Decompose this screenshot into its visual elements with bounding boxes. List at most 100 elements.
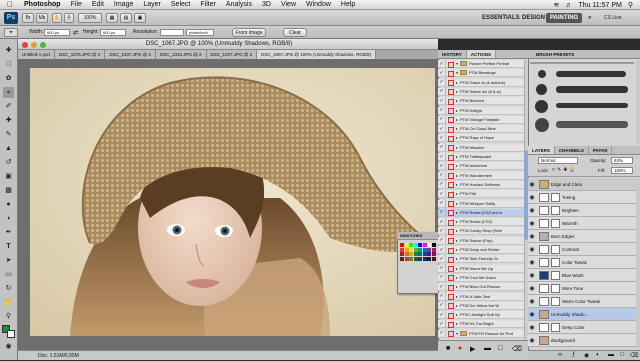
- action-set-row[interactable]: ✓ ▾ PTM Blessings: [438, 68, 526, 78]
- toggle-check-icon[interactable]: ✓: [438, 161, 446, 170]
- spotlight-icon[interactable]: ⚲: [625, 1, 636, 9]
- color-swatch[interactable]: [400, 252, 404, 256]
- lasso-tool-icon[interactable]: ✿: [3, 73, 14, 84]
- color-swatch[interactable]: [413, 247, 418, 252]
- shape-tool-icon[interactable]: ▭: [3, 269, 14, 280]
- toggle-check-icon[interactable]: ✓: [438, 329, 446, 338]
- menu-analysis[interactable]: Analysis: [221, 1, 257, 8]
- toggle-check-icon[interactable]: ✓: [438, 124, 446, 133]
- action-row[interactable]: ✓ ▸ PTM Hushed Softness: [438, 180, 526, 189]
- color-swatch[interactable]: [409, 247, 413, 252]
- dialog-toggle-icon[interactable]: [446, 59, 454, 68]
- menu-layer[interactable]: Layer: [138, 1, 166, 8]
- visibility-eye-icon[interactable]: ◉: [528, 207, 536, 214]
- color-swatch[interactable]: [404, 243, 409, 247]
- pen-tool-icon[interactable]: ✒: [3, 227, 14, 238]
- stop-icon[interactable]: ■: [446, 345, 450, 352]
- layer-row[interactable]: ◉ Toning: [528, 191, 636, 204]
- doc-tab[interactable]: DSC_1037.JPG @ 2: [206, 50, 258, 59]
- brush-preset[interactable]: [556, 86, 628, 93]
- brush-preset[interactable]: [556, 103, 628, 108]
- add-mask-icon[interactable]: ◉: [584, 352, 589, 359]
- layer-mask-thumbnail[interactable]: [551, 218, 560, 228]
- action-row[interactable]: ✓ ▸ PTM Skin Friendly Gr: [438, 254, 526, 264]
- dialog-toggle-icon[interactable]: [446, 115, 454, 124]
- action-row[interactable]: ✓ ▸ PTM Swoon (Pop): [438, 236, 526, 245]
- visibility-eye-icon[interactable]: ◉: [528, 272, 536, 279]
- brush-preset[interactable]: [536, 84, 547, 95]
- brush-preset[interactable]: [538, 70, 546, 78]
- dialog-toggle-icon[interactable]: [446, 124, 454, 133]
- toggle-check-icon[interactable]: ✓: [438, 264, 446, 273]
- dialog-toggle-icon[interactable]: [446, 133, 454, 142]
- menu-help[interactable]: Help: [336, 1, 360, 8]
- visibility-eye-icon[interactable]: ◉: [528, 311, 536, 318]
- dialog-toggle-icon[interactable]: [446, 106, 454, 114]
- layer-row[interactable]: ◉ Brighten: [528, 204, 636, 217]
- color-swatch[interactable]: [400, 256, 404, 261]
- color-swatch[interactable]: [418, 247, 422, 252]
- action-row[interactable]: ✓ ▸ PTM Limelight Soft Sp: [438, 310, 526, 320]
- visibility-eye-icon[interactable]: ◉: [528, 220, 536, 227]
- color-swatch[interactable]: [404, 252, 409, 256]
- dialog-toggle-icon[interactable]: [446, 143, 454, 152]
- layer-row[interactable]: ◉ More Tone: [528, 282, 636, 295]
- doc-tab[interactable]: DSC_1037.JPG @ 2: [105, 50, 156, 59]
- clear-button[interactable]: Clear: [283, 28, 307, 37]
- dialog-toggle-icon[interactable]: [446, 180, 454, 189]
- arrange-icon[interactable]: ▤: [120, 13, 132, 23]
- layer-row[interactable]: ◉ Burn Edges: [528, 230, 636, 243]
- toggle-check-icon[interactable]: ✓: [438, 143, 446, 152]
- visibility-eye-icon[interactable]: ◉: [528, 233, 536, 240]
- toggle-check-icon[interactable]: ✓: [438, 310, 446, 319]
- brush-preset[interactable]: [556, 71, 626, 77]
- color-swatch[interactable]: [400, 247, 404, 252]
- layer-mask-thumbnail[interactable]: [551, 296, 560, 306]
- tab-layers[interactable]: LAYERS: [528, 146, 555, 154]
- dialog-toggle-icon[interactable]: [446, 310, 454, 319]
- color-swatch[interactable]: [413, 256, 418, 261]
- workspace-more-icon[interactable]: »: [584, 13, 595, 23]
- toggle-check-icon[interactable]: ✓: [438, 87, 446, 96]
- action-row[interactable]: ✓ ▸ PTM A Little Zest: [438, 292, 526, 301]
- visibility-eye-icon[interactable]: ◉: [528, 194, 536, 201]
- layer-row[interactable]: ◉ Warm Color Tweak: [528, 295, 636, 308]
- marquee-tool-icon[interactable]: □: [3, 59, 14, 70]
- menu-app-name[interactable]: Photoshop: [19, 1, 66, 8]
- layer-mask-thumbnail[interactable]: [551, 270, 560, 280]
- layer-mask-thumbnail[interactable]: [551, 257, 560, 267]
- action-row[interactable]: ✓ ▸ PTM Flirt: [438, 189, 526, 199]
- link-layers-icon[interactable]: ∞: [558, 352, 562, 358]
- brush-scrollbar[interactable]: [636, 60, 640, 144]
- lock-icons[interactable]: □✎✚🔒: [552, 167, 578, 173]
- minibridge-icon[interactable]: Mb: [36, 13, 48, 23]
- visibility-eye-icon[interactable]: ◉: [528, 285, 536, 292]
- toggle-check-icon[interactable]: ✓: [438, 236, 446, 245]
- layer-row[interactable]: ◉ Background: [528, 334, 636, 347]
- path-selection-icon[interactable]: ➤: [3, 255, 14, 266]
- menu-edit[interactable]: Edit: [87, 1, 109, 8]
- visibility-eye-icon[interactable]: ◉: [528, 298, 536, 305]
- healing-brush-icon[interactable]: ✚: [3, 115, 14, 126]
- layer-mask-thumbnail[interactable]: [551, 192, 560, 202]
- toggle-check-icon[interactable]: ✓: [438, 152, 446, 161]
- action-row[interactable]: ✓ ▸ PTM Delight: [438, 106, 526, 115]
- menu-view[interactable]: View: [276, 1, 301, 8]
- layer-mask-thumbnail[interactable]: [551, 322, 560, 332]
- toggle-check-icon[interactable]: ✓: [438, 292, 446, 300]
- toggle-check-icon[interactable]: ✓: [438, 78, 446, 87]
- clone-stamp-icon[interactable]: ▲: [3, 143, 14, 154]
- color-swatch[interactable]: [418, 252, 422, 256]
- layer-row[interactable]: ◉ Deep Color: [528, 321, 636, 334]
- toggle-check-icon[interactable]: ✓: [438, 59, 446, 68]
- color-swatch[interactable]: [427, 256, 431, 261]
- visibility-eye-icon[interactable]: ◉: [528, 337, 536, 344]
- dialog-toggle-icon[interactable]: [446, 161, 454, 170]
- action-row[interactable]: ✓ ▸ PTM Rays of Hope: [438, 133, 526, 143]
- layer-row[interactable]: ◉ Color Tweak: [528, 256, 636, 269]
- color-swatch[interactable]: [418, 243, 422, 247]
- swap-dimensions-icon[interactable]: ⇄: [73, 29, 78, 36]
- action-row[interactable]: ✓ ▸ PTM Wanderment: [438, 171, 526, 180]
- quick-mask-icon[interactable]: ◉: [3, 341, 14, 352]
- screen-mode-icon[interactable]: ▣: [134, 13, 146, 23]
